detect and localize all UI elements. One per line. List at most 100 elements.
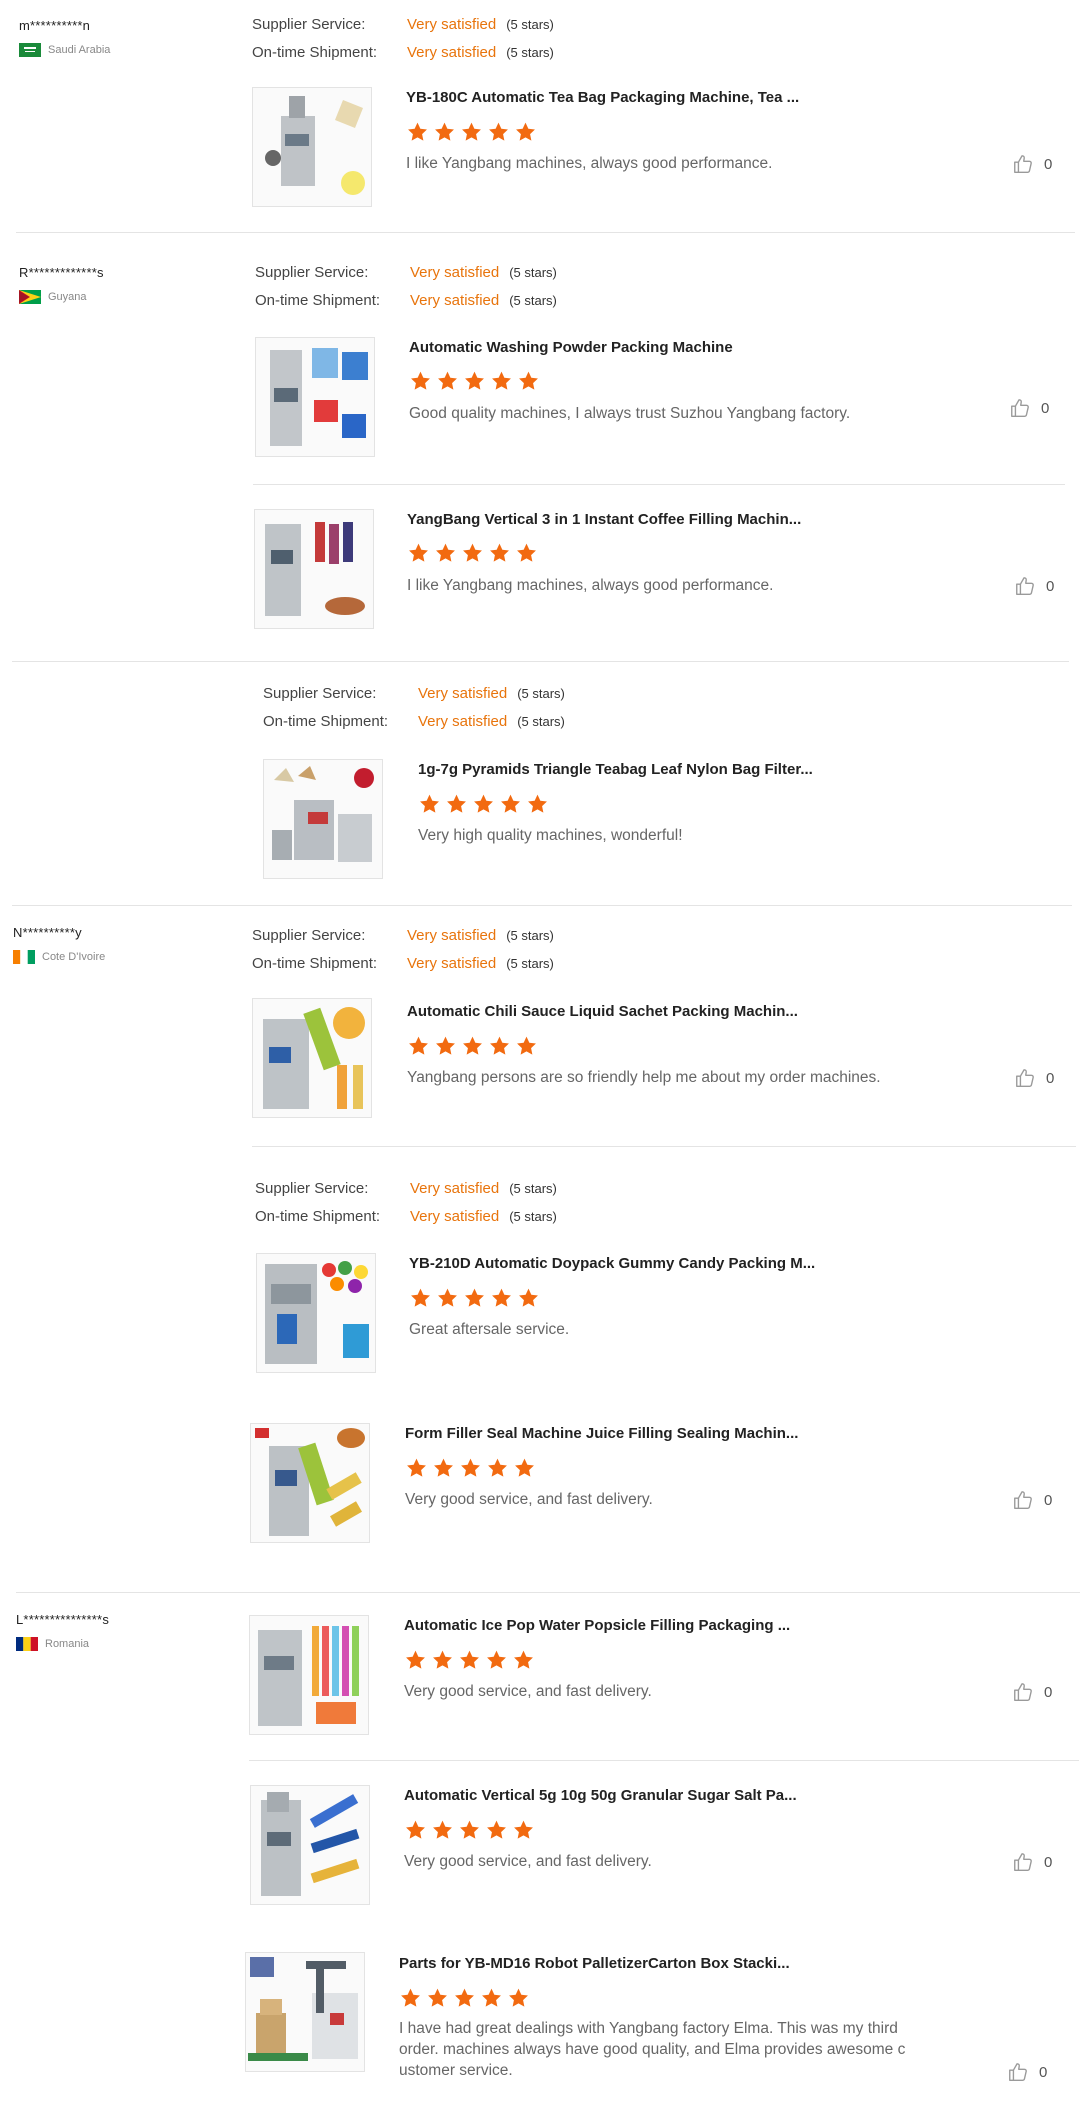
thumbs-up-icon [1014, 1067, 1036, 1089]
like-count: 0 [1044, 1491, 1053, 1509]
review-comment: Very good service, and fast delivery. [405, 1491, 653, 1508]
product-name-link[interactable]: Automatic Ice Pop Water Popsicle Filling… [404, 1617, 790, 1634]
section-divider [12, 905, 1072, 906]
star-icon [490, 370, 513, 392]
thumbs-up-icon [1014, 575, 1036, 597]
like-button[interactable]: 0 [1014, 1067, 1054, 1089]
like-count: 0 [1044, 1853, 1053, 1871]
product-thumbnail[interactable] [252, 998, 372, 1118]
product-thumbnail[interactable] [256, 1253, 376, 1373]
star-icon [499, 793, 522, 815]
review-divider [253, 484, 1065, 485]
star-rating [409, 1287, 540, 1309]
buyer-country: Guyana [19, 290, 87, 304]
star-icon [418, 793, 441, 815]
thumbs-up-icon [1007, 2061, 1029, 2083]
star-icon [526, 793, 549, 815]
thumbs-up-icon [1012, 1489, 1034, 1511]
country-label: Saudi Arabia [48, 44, 111, 56]
product-name-link[interactable]: YB-210D Automatic Doypack Gummy Candy Pa… [409, 1255, 815, 1272]
star-icon [463, 1287, 486, 1309]
review-comment: Good quality machines, I always trust Su… [409, 405, 851, 422]
like-count: 0 [1039, 2063, 1048, 2081]
like-button[interactable]: 0 [1012, 1681, 1052, 1703]
star-icon [458, 1649, 481, 1671]
buyer-name: R*************s [19, 265, 104, 280]
star-rating [405, 1457, 536, 1479]
buyer-name: m**********n [19, 18, 91, 33]
star-icon [434, 542, 457, 564]
buyer-country: Saudi Arabia [19, 43, 110, 57]
star-icon [490, 1287, 513, 1309]
product-name-link[interactable]: 1g-7g Pyramids Triangle Teabag Leaf Nylo… [418, 761, 813, 778]
product-thumbnail[interactable] [245, 1952, 365, 2072]
star-icon [512, 1649, 535, 1671]
star-icon [453, 1987, 476, 2009]
product-thumbnail[interactable] [250, 1785, 370, 1905]
on-time-shipment-rating: On-time Shipment: Very satisfied (5 stars) [252, 955, 554, 972]
like-count: 0 [1046, 577, 1055, 595]
like-button[interactable]: 0 [1012, 1489, 1052, 1511]
like-count: 0 [1044, 155, 1053, 173]
product-name-link[interactable]: Automatic Vertical 5g 10g 50g Granular S… [404, 1787, 797, 1804]
star-icon [461, 1035, 484, 1057]
review-divider [249, 1760, 1079, 1761]
product-thumbnail[interactable] [254, 509, 374, 629]
star-rating [399, 1987, 530, 2009]
saudi-arabia-flag-icon [19, 43, 41, 57]
like-button[interactable]: 0 [1009, 397, 1049, 419]
review-comment: Very high quality machines, wonderful! [418, 827, 683, 844]
buyer-country: Romania [16, 1637, 89, 1651]
star-icon [432, 1457, 455, 1479]
like-button[interactable]: 0 [1012, 153, 1052, 175]
product-name-link[interactable]: Parts for YB-MD16 Robot PalletizerCarton… [399, 1955, 790, 1972]
star-rating [409, 370, 540, 392]
star-rating [404, 1649, 535, 1671]
star-icon [459, 1457, 482, 1479]
star-rating [418, 793, 549, 815]
product-thumbnail[interactable] [263, 759, 383, 879]
star-icon [515, 1035, 538, 1057]
star-icon [517, 370, 540, 392]
product-thumbnail[interactable] [250, 1423, 370, 1543]
review-comment: I have had great dealings with Yangbang … [399, 2020, 906, 2079]
on-time-shipment-rating: On-time Shipment: Very satisfied (5 stars) [252, 44, 554, 61]
star-icon [399, 1987, 422, 2009]
thumbs-up-icon [1012, 1851, 1034, 1873]
star-icon [431, 1649, 454, 1671]
product-thumbnail[interactable] [255, 337, 375, 457]
product-name-link[interactable]: YangBang Vertical 3 in 1 Instant Coffee … [407, 511, 801, 528]
star-icon [406, 121, 429, 143]
thumbs-up-icon [1009, 397, 1031, 419]
star-icon [409, 370, 432, 392]
star-icon [517, 1287, 540, 1309]
like-button[interactable]: 0 [1012, 1851, 1052, 1873]
guyana-flag-icon [19, 290, 41, 304]
product-name-link[interactable]: Form Filler Seal Machine Juice Filling S… [405, 1425, 798, 1442]
product-name-link[interactable]: Automatic Chili Sauce Liquid Sachet Pack… [407, 1003, 798, 1020]
supplier-service-rating: Supplier Service: Very satisfied (5 stars) [252, 927, 554, 944]
star-icon [409, 1287, 432, 1309]
star-icon [426, 1987, 449, 2009]
like-button[interactable]: 0 [1007, 2061, 1047, 2083]
supplier-service-rating: Supplier Service: Very satisfied (5 stars) [255, 264, 557, 281]
product-thumbnail[interactable] [252, 87, 372, 207]
star-icon [487, 121, 510, 143]
star-icon [433, 121, 456, 143]
star-icon [507, 1987, 530, 2009]
section-divider [16, 232, 1075, 233]
star-icon [486, 1457, 509, 1479]
like-button[interactable]: 0 [1014, 575, 1054, 597]
star-rating [404, 1819, 535, 1841]
product-name-link[interactable]: YB-180C Automatic Tea Bag Packaging Mach… [406, 89, 799, 106]
on-time-shipment-rating: On-time Shipment: Very satisfied (5 stars) [255, 292, 557, 309]
product-name-link[interactable]: Automatic Washing Powder Packing Machine [409, 339, 733, 356]
like-count: 0 [1041, 399, 1050, 417]
product-thumbnail[interactable] [249, 1615, 369, 1735]
ratings-block: Supplier Service: Very satisfied (5 stars)… [263, 685, 565, 730]
star-rating [406, 121, 537, 143]
star-icon [472, 793, 495, 815]
star-rating [407, 1035, 538, 1057]
review-comment: Very good service, and fast delivery. [404, 1683, 652, 1700]
supplier-service-rating: Supplier Service: Very satisfied (5 stars) [263, 685, 565, 702]
